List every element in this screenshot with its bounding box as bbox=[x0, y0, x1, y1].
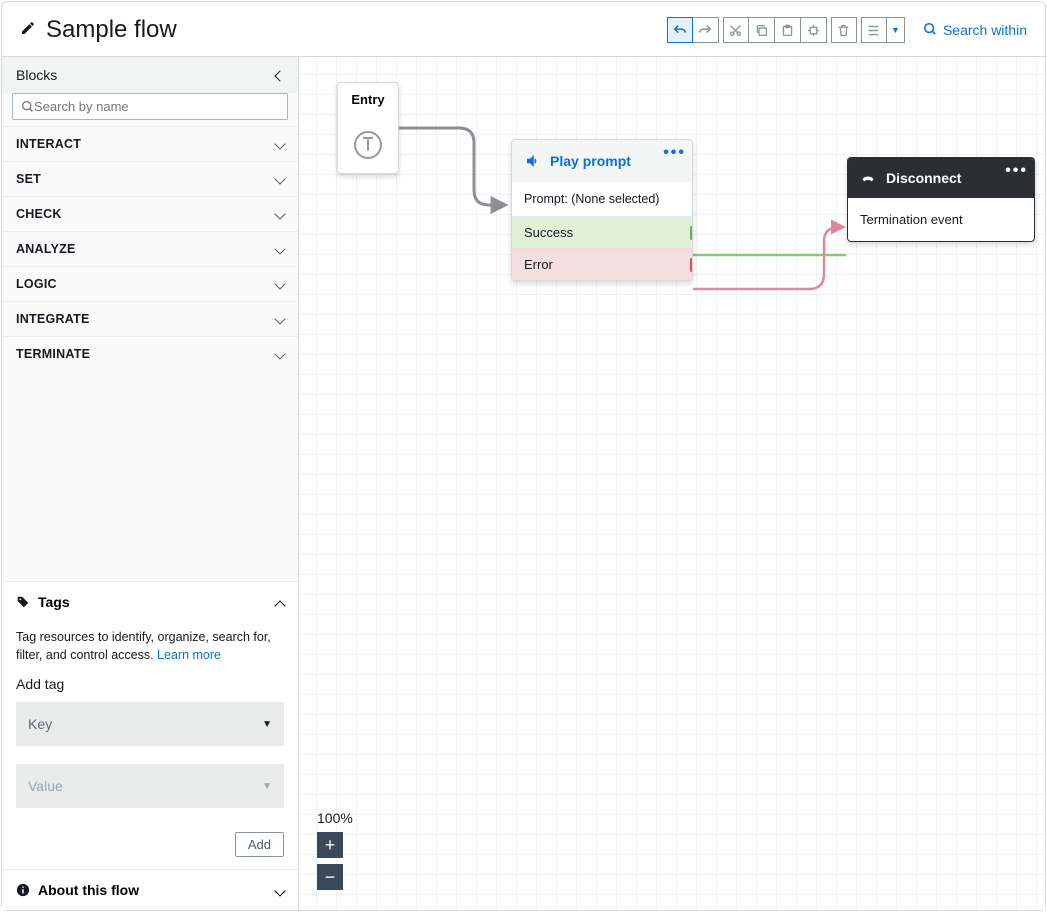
play-prompt-success-port[interactable]: Success bbox=[512, 216, 692, 248]
tag-key-select[interactable]: Key ▼ bbox=[16, 702, 284, 746]
tags-section-header[interactable]: Tags bbox=[2, 581, 298, 622]
copy-button[interactable] bbox=[749, 17, 775, 43]
arrange-menu-button[interactable]: ▼ bbox=[887, 17, 905, 43]
search-within[interactable]: Search within bbox=[923, 22, 1027, 39]
undo-button[interactable] bbox=[667, 17, 693, 43]
category-logic[interactable]: LOGIC bbox=[2, 266, 298, 301]
disconnect-icon bbox=[860, 170, 876, 186]
sidebar: Blocks INTERACT SET CHECK ANALYZE LOGIC … bbox=[2, 57, 299, 910]
disconnect-title: Disconnect bbox=[886, 170, 961, 186]
play-prompt-body: Prompt: (None selected) bbox=[512, 182, 692, 216]
info-icon bbox=[16, 883, 30, 897]
category-integrate[interactable]: INTEGRATE bbox=[2, 301, 298, 336]
block-search-input[interactable] bbox=[34, 99, 279, 114]
cut-button[interactable] bbox=[723, 17, 749, 43]
category-terminate[interactable]: TERMINATE bbox=[2, 336, 298, 371]
page-title: Sample flow bbox=[46, 16, 667, 44]
zoom-out-button[interactable]: − bbox=[317, 864, 343, 890]
blocks-label: Blocks bbox=[16, 67, 57, 83]
zoom-in-button[interactable]: + bbox=[317, 832, 343, 858]
toolbar: ▼ bbox=[667, 17, 905, 43]
category-check[interactable]: CHECK bbox=[2, 196, 298, 231]
learn-more-link[interactable]: Learn more bbox=[157, 648, 221, 662]
add-tag-label: Add tag bbox=[16, 676, 284, 692]
tags-collapse-icon[interactable] bbox=[276, 594, 284, 610]
disconnect-body: Termination event bbox=[848, 198, 1034, 241]
play-prompt-menu-icon[interactable]: ••• bbox=[663, 144, 686, 162]
arrange-button[interactable] bbox=[861, 17, 887, 43]
add-tag-button[interactable]: Add bbox=[235, 832, 284, 857]
snap-button[interactable] bbox=[801, 17, 827, 43]
delete-button[interactable] bbox=[831, 17, 857, 43]
category-analyze[interactable]: ANALYZE bbox=[2, 231, 298, 266]
header-bar: Sample flow ▼ Search within bbox=[2, 2, 1045, 56]
tags-title: Tags bbox=[38, 594, 70, 610]
tags-description: Tag resources to identify, organize, sea… bbox=[16, 628, 284, 664]
flow-canvas: Entry ••• Play prompt Prompt: (None sele… bbox=[299, 57, 1045, 910]
tag-icon bbox=[16, 595, 30, 609]
entry-node[interactable]: Entry bbox=[337, 82, 399, 174]
speaker-icon bbox=[524, 152, 542, 170]
search-icon bbox=[923, 22, 937, 39]
play-prompt-node[interactable]: ••• Play prompt Prompt: (None selected) … bbox=[511, 139, 693, 281]
entry-label: Entry bbox=[338, 83, 398, 107]
paste-button[interactable] bbox=[775, 17, 801, 43]
tags-body: Tag resources to identify, organize, sea… bbox=[2, 622, 298, 869]
zoom-controls: 100% + − bbox=[317, 810, 353, 890]
play-prompt-error-port[interactable]: Error bbox=[512, 248, 692, 280]
disconnect-menu-icon[interactable]: ••• bbox=[1005, 162, 1028, 180]
about-section-header[interactable]: About this flow bbox=[2, 869, 298, 910]
about-expand-icon[interactable] bbox=[276, 882, 284, 898]
redo-button[interactable] bbox=[693, 17, 719, 43]
tag-value-select[interactable]: Value ▼ bbox=[16, 764, 284, 808]
block-search[interactable] bbox=[12, 93, 288, 120]
category-interact[interactable]: INTERACT bbox=[2, 126, 298, 161]
edit-icon[interactable] bbox=[20, 20, 36, 41]
zoom-level: 100% bbox=[317, 810, 353, 826]
entry-port-icon[interactable] bbox=[354, 131, 382, 159]
search-within-label: Search within bbox=[943, 22, 1027, 38]
play-prompt-title: Play prompt bbox=[550, 153, 631, 169]
about-title: About this flow bbox=[38, 882, 139, 898]
disconnect-node[interactable]: ••• Disconnect Termination event bbox=[847, 157, 1035, 242]
blocks-header[interactable]: Blocks bbox=[2, 57, 298, 93]
collapse-icon[interactable] bbox=[276, 67, 284, 83]
search-icon bbox=[21, 100, 34, 113]
category-set[interactable]: SET bbox=[2, 161, 298, 196]
